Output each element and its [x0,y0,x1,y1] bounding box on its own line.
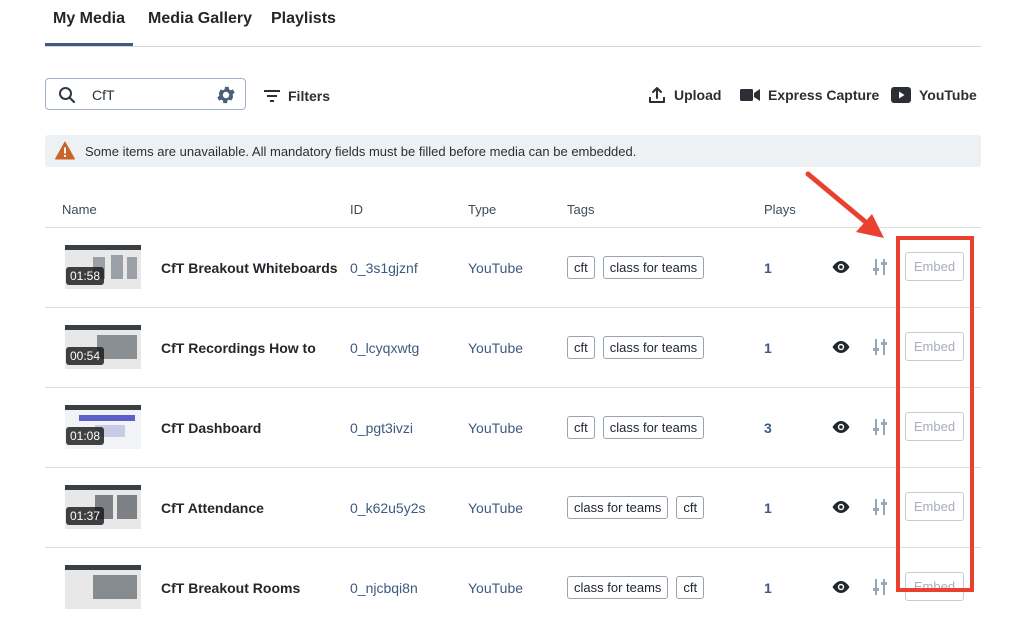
youtube-button[interactable]: YouTube [891,84,977,106]
warning-icon [55,141,75,160]
tag-chip[interactable]: class for teams [602,416,705,439]
upload-label: Upload [674,87,722,103]
duration-badge: 01:37 [66,507,105,525]
media-name[interactable]: CfT Recordings How to [161,340,316,356]
annotation-highlight-box [896,236,974,592]
tags-list: cft class for teams [567,416,705,439]
media-name[interactable]: CfT Attendance [161,500,264,516]
table-row: CfT Breakout Rooms 0_njcbqi8n YouTube cl… [45,548,981,628]
gear-icon[interactable] [215,84,237,106]
media-id: 0_lcyqxwtg [350,340,420,356]
column-header-tags: Tags [567,202,595,217]
sliders-icon[interactable] [871,577,889,597]
tag-chip[interactable]: class for teams [602,336,705,359]
tag-chip[interactable]: cft [567,336,595,359]
video-thumbnail[interactable] [65,565,141,609]
upload-button[interactable]: Upload [648,84,721,106]
video-thumbnail[interactable]: 00:54 [65,325,141,369]
tab-playlists[interactable]: Playlists [271,10,336,28]
media-name[interactable]: CfT Breakout Rooms [161,580,300,596]
sliders-icon[interactable] [871,337,889,357]
tags-list: class for teams cft [567,496,705,519]
media-id: 0_k62u5y2s [350,500,426,516]
media-name[interactable]: CfT Breakout Whiteboards [161,260,338,276]
media-id: 0_3s1gjznf [350,260,418,276]
column-header-id[interactable]: ID [350,202,363,217]
express-capture-label: Express Capture [768,87,880,103]
tags-list: cft class for teams [567,256,705,279]
tags-list: class for teams cft [567,576,705,599]
media-tabs: My Media Media Gallery Playlists [45,0,981,47]
filters-button[interactable]: Filters [264,86,330,106]
express-capture-button[interactable]: Express Capture [740,84,879,106]
sliders-icon[interactable] [871,257,889,277]
plays-count: 1 [764,500,772,516]
tag-chip[interactable]: class for teams [567,576,669,599]
media-name[interactable]: CfT Dashboard [161,420,261,436]
youtube-label: YouTube [919,87,977,103]
sliders-icon[interactable] [871,497,889,517]
duration-badge: 01:08 [66,427,105,445]
search-box[interactable] [45,78,246,110]
sliders-icon[interactable] [871,417,889,437]
video-camera-icon [740,89,760,101]
unavailable-items-alert: Some items are unavailable. All mandator… [45,135,981,167]
search-input[interactable] [90,84,214,106]
annotation-arrow [805,171,884,238]
tag-chip[interactable]: cft [567,416,595,439]
media-type: YouTube [468,340,524,356]
eye-icon[interactable] [831,339,851,355]
table-row: 01:08 CfT Dashboard 0_pgt3ivzi YouTube c… [45,388,981,468]
media-type: YouTube [468,580,524,596]
media-id: 0_pgt3ivzi [350,420,414,436]
video-thumbnail[interactable]: 01:58 [65,245,141,289]
plays-count: 1 [764,260,772,276]
tab-my-media[interactable]: My Media [53,10,125,28]
video-thumbnail[interactable]: 01:08 [65,405,141,449]
video-thumbnail[interactable]: 01:37 [65,485,141,529]
youtube-icon [891,87,911,103]
tag-chip[interactable]: class for teams [567,496,669,519]
tag-chip[interactable]: cft [676,576,705,599]
plays-count: 3 [764,420,772,436]
active-tab-indicator [45,43,133,46]
eye-icon[interactable] [831,499,851,515]
column-header-type[interactable]: Type [468,202,496,217]
column-header-plays[interactable]: Plays [764,202,796,217]
filter-lines-icon [264,90,280,102]
filters-label: Filters [288,88,331,104]
alert-message: Some items are unavailable. All mandator… [85,144,637,159]
eye-icon[interactable] [831,579,851,595]
eye-icon[interactable] [831,259,851,275]
duration-badge: 00:54 [66,347,105,365]
media-type: YouTube [468,420,524,436]
table-row: 00:54 CfT Recordings How to 0_lcyqxwtg Y… [45,308,981,388]
plays-count: 1 [764,340,772,356]
plays-count: 1 [764,580,772,596]
table-row: 01:37 CfT Attendance 0_k62u5y2s YouTube … [45,468,981,548]
tag-chip[interactable]: cft [676,496,705,519]
tags-list: cft class for teams [567,336,705,359]
upload-icon [649,87,665,103]
duration-badge: 01:58 [66,267,105,285]
tag-chip[interactable]: class for teams [602,256,705,279]
media-type: YouTube [468,500,524,516]
media-type: YouTube [468,260,524,276]
tag-chip[interactable]: cft [567,256,595,279]
media-id: 0_njcbqi8n [350,580,418,596]
search-icon [59,87,76,104]
eye-icon[interactable] [831,419,851,435]
column-header-name[interactable]: Name [62,202,97,217]
tab-media-gallery[interactable]: Media Gallery [148,10,252,28]
